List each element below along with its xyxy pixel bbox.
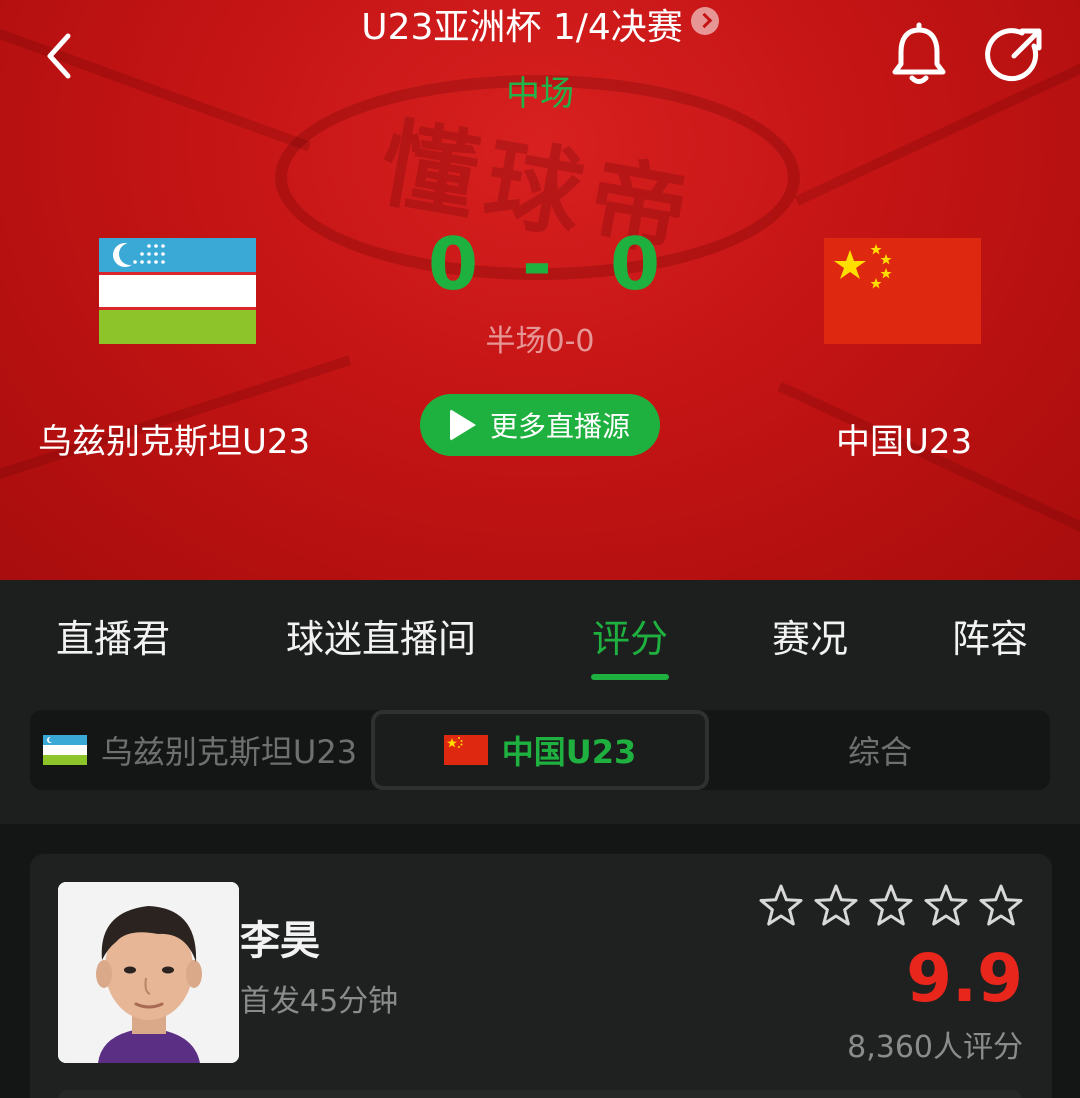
player-rating-score: 9.9 (906, 940, 1023, 1017)
next-player-card (58, 1090, 1022, 1098)
player-name: 李昊 (240, 918, 320, 964)
home-team-name[interactable]: 乌兹别克斯坦U23 (38, 414, 310, 463)
segment-away-label: 中国U23 (501, 733, 637, 771)
uzbekistan-flag-icon (42, 735, 87, 765)
notification-button[interactable] (888, 22, 950, 88)
competition-title: U23亚洲杯 1/4决赛 (361, 7, 683, 48)
bell-icon (892, 22, 946, 84)
star-outline-icon[interactable] (814, 884, 858, 926)
share-button[interactable] (984, 24, 1046, 86)
star-rating-input[interactable] (756, 882, 1026, 932)
more-live-sources-button[interactable]: 更多直播源 (420, 394, 660, 456)
team-segmented-control: 乌兹别克斯坦U23 中国U23 综合 (30, 710, 1050, 790)
share-icon (985, 28, 1042, 82)
away-team-name[interactable]: 中国U23 (836, 414, 972, 463)
score-separator: - (522, 222, 552, 306)
segment-overall-label: 综合 (847, 733, 912, 771)
segment-away-team[interactable]: 中国U23 (371, 710, 709, 790)
live-button-label: 更多直播源 (489, 410, 630, 443)
info-chevron-icon (690, 7, 719, 35)
pitch-line (777, 381, 1080, 569)
halftime-score: 半场0-0 (485, 324, 595, 359)
tab-match-events[interactable]: 赛况 (772, 608, 848, 663)
tab-lineup[interactable]: 阵容 (952, 608, 1028, 663)
star-outline-icon[interactable] (924, 884, 968, 926)
segment-home-team[interactable]: 乌兹别克斯坦U23 (30, 710, 370, 790)
player-play-time: 首发45分钟 (240, 984, 399, 1019)
active-tab-indicator (591, 674, 669, 680)
tab-bar: 直播君 球迷直播间 评分 赛况 阵容 (0, 580, 1080, 688)
rater-count: 8,360人评分 (847, 1030, 1023, 1065)
segment-home-label: 乌兹别克斯坦U23 (100, 733, 358, 771)
star-outline-icon[interactable] (979, 884, 1023, 926)
tab-ratings[interactable]: 评分 (592, 608, 668, 663)
play-icon (449, 409, 476, 441)
tab-fan-room[interactable]: 球迷直播间 (286, 608, 476, 663)
player-avatar (58, 882, 239, 1063)
star-outline-icon[interactable] (759, 884, 803, 926)
china-flag-icon (443, 735, 488, 765)
star-outline-icon[interactable] (869, 884, 913, 926)
segment-overall[interactable]: 综合 (710, 710, 1050, 790)
scoreboard: 0 - 0 (400, 222, 680, 306)
tab-host[interactable]: 直播君 (56, 608, 170, 663)
away-score: 0 (610, 222, 661, 306)
home-score: 0 (428, 222, 479, 306)
